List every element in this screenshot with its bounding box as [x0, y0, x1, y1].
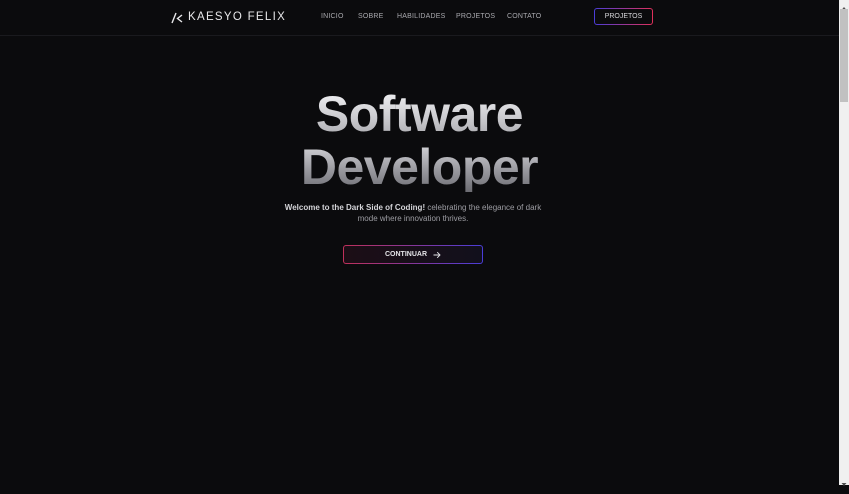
- hero-subtitle: Welcome to the Dark Side of Coding! cele…: [280, 202, 546, 224]
- arrow-right-icon: [433, 251, 441, 259]
- nav-item-sobre[interactable]: SOBRE: [358, 13, 384, 20]
- page-scrollbar[interactable]: [839, 0, 849, 486]
- hero-subtitle-bold: Welcome to the Dark Side of Coding!: [284, 203, 426, 212]
- continuar-button-label: CONTINUAR: [385, 251, 427, 258]
- nav-item-projetos[interactable]: PROJETOS: [456, 13, 495, 20]
- projetos-button[interactable]: PROJETOS: [594, 8, 653, 25]
- nav-item-inicio[interactable]: INICIO: [321, 13, 344, 20]
- hero-title-line2: Developer: [0, 142, 839, 192]
- continuar-button[interactable]: CONTINUAR: [343, 245, 483, 264]
- logo-text: KAESYO FELIX: [188, 11, 287, 23]
- kf-logo-icon: [171, 11, 183, 24]
- page: KAESYO FELIX INICIO SOBRE HABILIDADES PR…: [0, 0, 839, 485]
- nav-item-habilidades[interactable]: HABILIDADES: [397, 13, 446, 20]
- site-header: KAESYO FELIX INICIO SOBRE HABILIDADES PR…: [0, 0, 839, 36]
- logo-link[interactable]: KAESYO FELIX: [171, 11, 287, 24]
- scroll-up-icon[interactable]: [839, 0, 849, 10]
- scrollbar-thumb[interactable]: [840, 9, 848, 102]
- nav-item-contato[interactable]: CONTATO: [507, 13, 541, 20]
- scroll-down-icon[interactable]: [839, 476, 849, 486]
- hero-title-line1: Software: [0, 89, 839, 139]
